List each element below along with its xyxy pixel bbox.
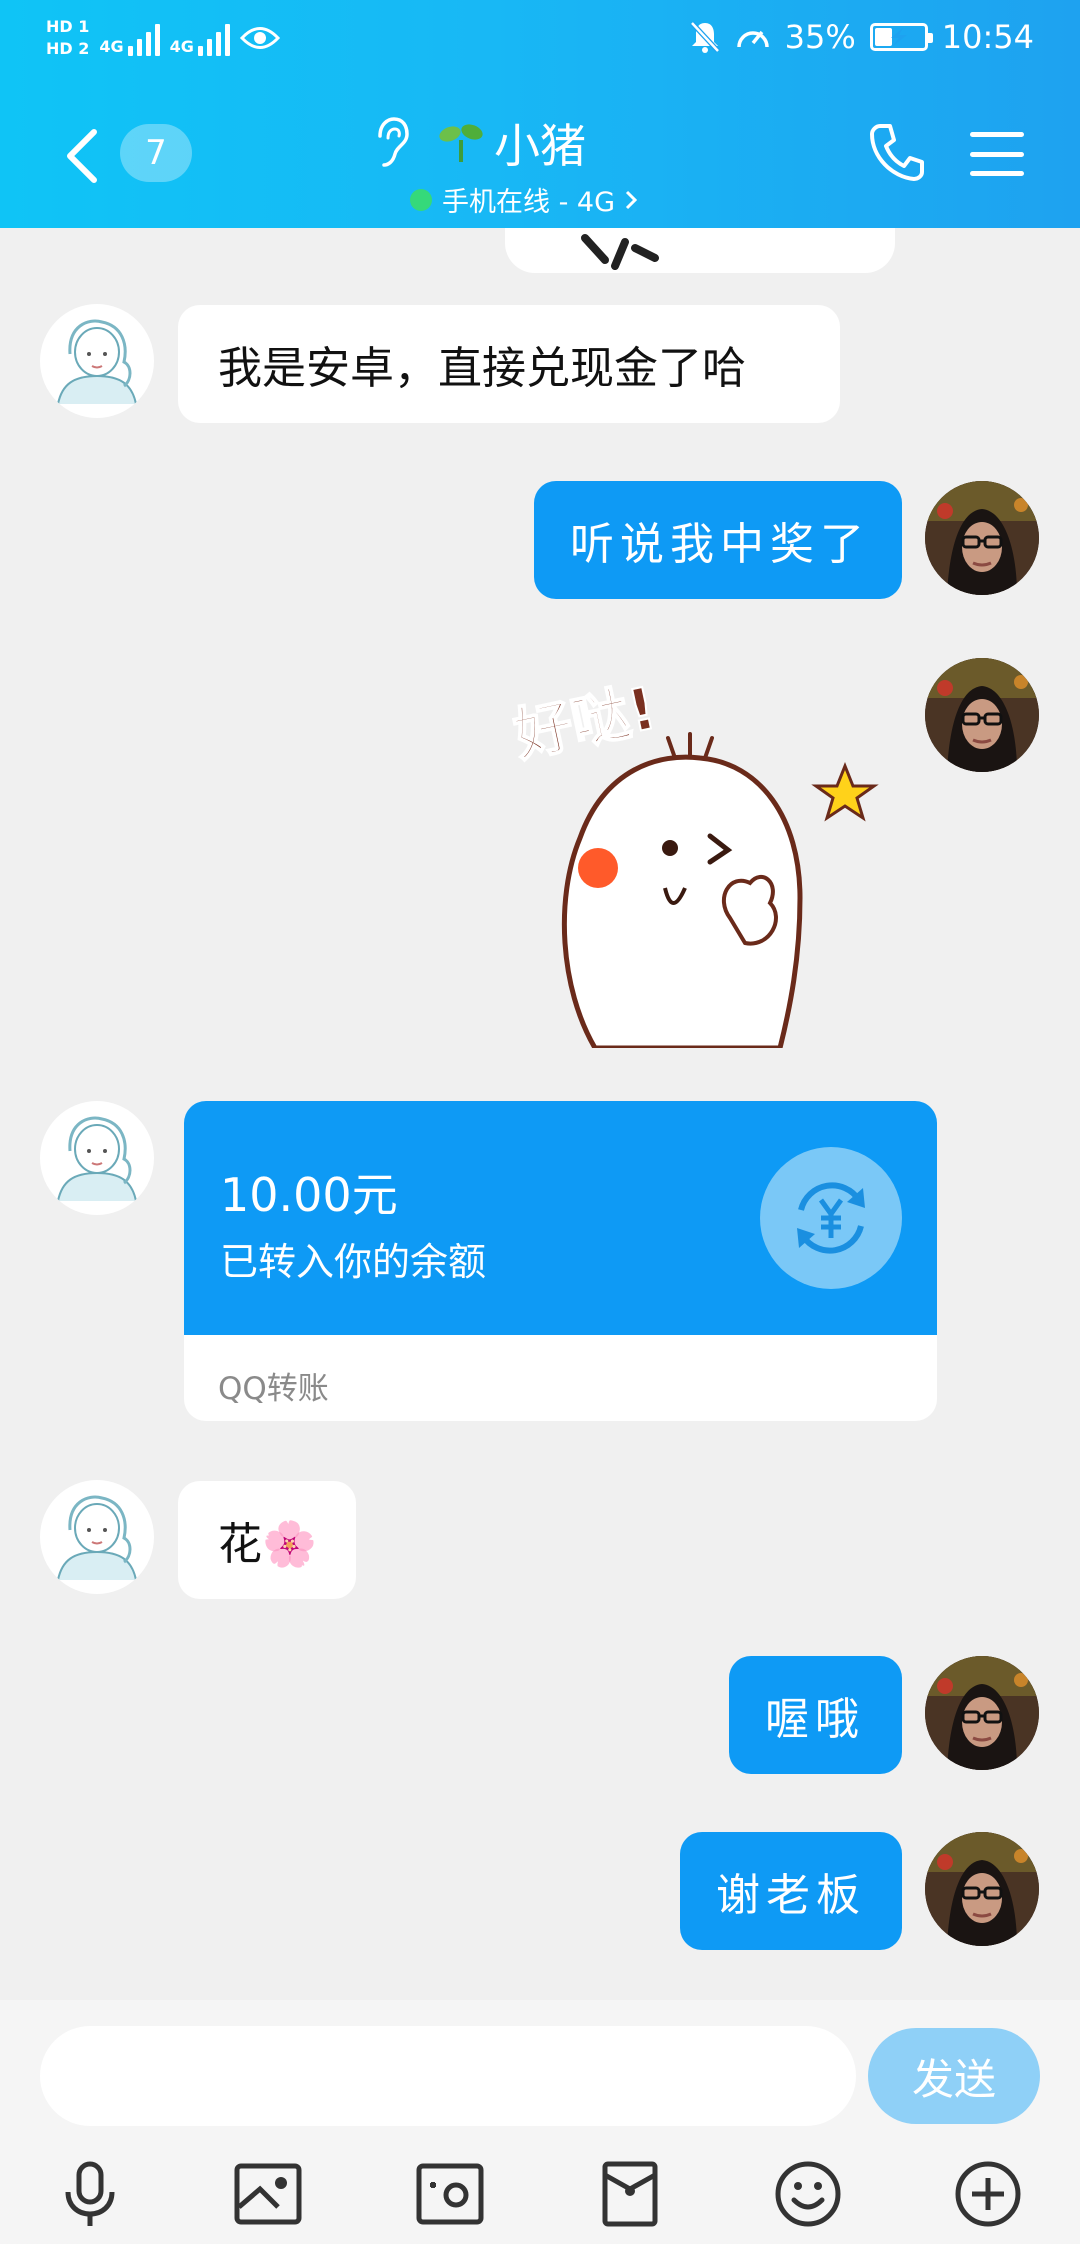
- my-avatar[interactable]: [925, 1656, 1039, 1770]
- phone-icon: [870, 124, 924, 181]
- sticker-caption: 好哒!: [507, 674, 661, 770]
- message-text: 花🌸: [218, 1519, 317, 1570]
- nav-bar: 7 小猪 手机在线 - 4G: [0, 96, 1080, 219]
- phone-call-button[interactable]: [868, 122, 924, 186]
- image-icon: [234, 2163, 302, 2225]
- message-text: 听说我中奖了: [570, 519, 870, 570]
- red-packet-icon: [602, 2161, 658, 2227]
- plus-icon: [955, 2161, 1021, 2227]
- menu-line: [970, 171, 1024, 176]
- message-bubble[interactable]: 喔哦: [729, 1656, 902, 1774]
- voice-button[interactable]: [50, 2154, 130, 2234]
- image-button[interactable]: [228, 2154, 308, 2234]
- my-avatar-photo-icon: [925, 1832, 1039, 1946]
- signal-bars-2-icon: [197, 20, 230, 56]
- online-status[interactable]: 手机在线 - 4G: [410, 180, 638, 219]
- transfer-card[interactable]: 10.00元 已转入你的余额 QQ转账: [184, 1101, 937, 1421]
- back-button[interactable]: [58, 126, 104, 186]
- previous-message-peek: [505, 228, 895, 273]
- header: HD 1 HD 2 4G 4G 35% 10:54 7 小猪 手机在线 - 4G: [0, 0, 1080, 228]
- my-avatar-photo-icon: [925, 1656, 1039, 1770]
- emoji-button[interactable]: [768, 2154, 848, 2234]
- hd-indicators: HD 1 HD 2: [46, 16, 89, 60]
- camera-icon: [416, 2163, 484, 2225]
- signal-bars-1-icon: [127, 20, 160, 56]
- my-avatar[interactable]: [925, 1832, 1039, 1946]
- contact-avatar[interactable]: [40, 1101, 154, 1215]
- transfer-card-top: 10.00元 已转入你的余额: [184, 1101, 937, 1335]
- sticker-fragment-icon: [581, 234, 659, 270]
- status-bar: HD 1 HD 2 4G 4G 35% 10:54: [0, 0, 1080, 82]
- send-button[interactable]: 发送: [868, 2028, 1040, 2124]
- message-list[interactable]: 我是安卓，直接兑现金了哈 听说我中奖了 好哒! 10.00元 已转入你的余额 Q…: [0, 228, 1080, 2000]
- contact-name: 小猪: [494, 119, 586, 173]
- message-input[interactable]: [40, 2026, 856, 2126]
- chevron-left-icon: [67, 129, 97, 183]
- emoji-icon: [775, 2161, 841, 2227]
- sticker-message[interactable]: 好哒!: [500, 658, 900, 1051]
- clock: 10:54: [941, 18, 1034, 56]
- contact-avatar-drawing-icon: [41, 1102, 153, 1214]
- chevron-right-icon: [625, 190, 638, 209]
- online-status-text: 手机在线 - 4G: [442, 187, 616, 218]
- menu-button[interactable]: [970, 132, 1024, 176]
- transfer-amount: 10.00元: [220, 1168, 398, 1222]
- yuan-exchange-icon: [797, 1182, 865, 1254]
- red-packet-button[interactable]: [590, 2154, 670, 2234]
- my-avatar-photo-icon: [925, 481, 1039, 595]
- hd1-label: HD 1: [46, 17, 90, 36]
- status-right-group: 35% 10:54: [689, 18, 1034, 56]
- microphone-icon: [65, 2161, 115, 2226]
- message-text: 喔哦: [765, 1694, 865, 1745]
- message-bubble[interactable]: 花🌸: [178, 1481, 356, 1599]
- eye-icon: [239, 27, 280, 49]
- contact-avatar-drawing-icon: [41, 305, 153, 417]
- contact-avatar[interactable]: [40, 304, 154, 418]
- signal-strength-1: 4G: [99, 20, 160, 56]
- qq-chat-screen: HD 1 HD 2 4G 4G 35% 10:54 7 小猪 手机在线 - 4G…: [0, 0, 1080, 2244]
- my-avatar[interactable]: [925, 481, 1039, 595]
- my-avatar[interactable]: [925, 658, 1039, 772]
- input-toolbar: [0, 2146, 1080, 2244]
- mute-bell-icon: [689, 21, 720, 53]
- sprout-icon: [439, 124, 483, 162]
- message-bubble[interactable]: 我是安卓，直接兑现金了哈: [178, 305, 840, 423]
- signal-group: HD 1 HD 2 4G 4G: [46, 16, 280, 60]
- contact-avatar[interactable]: [40, 1480, 154, 1594]
- my-avatar-photo-icon: [925, 658, 1039, 772]
- sticker-image: 好哒!: [506, 673, 879, 1051]
- network-type-2: 4G: [169, 37, 194, 56]
- camera-button[interactable]: [410, 2154, 490, 2234]
- signal-strength-2: 4G: [170, 20, 230, 56]
- network-type-1: 4G: [99, 37, 124, 56]
- message-bubble[interactable]: 谢老板: [680, 1832, 902, 1950]
- contact-avatar-drawing-icon: [41, 1481, 153, 1593]
- transfer-status-icon: [760, 1147, 902, 1289]
- more-button[interactable]: [948, 2154, 1028, 2234]
- battery-percent: 35%: [784, 18, 856, 56]
- menu-line: [970, 132, 1024, 137]
- online-dot-icon: [410, 188, 432, 211]
- charging-bolt-icon: [890, 28, 907, 46]
- menu-line: [970, 151, 1024, 157]
- hd2-label: HD 2: [46, 39, 90, 58]
- transfer-description: 已转入你的余额: [220, 1240, 487, 1284]
- battery-icon: [869, 23, 933, 51]
- unread-count-badge[interactable]: 7: [120, 124, 192, 182]
- transfer-footer: QQ转账: [218, 1371, 329, 1407]
- speed-gauge-icon: [736, 30, 769, 48]
- composer-area: 发送: [0, 2000, 1080, 2244]
- ear-receiver-icon: [378, 117, 409, 167]
- message-text: 我是安卓，直接兑现金了哈: [218, 343, 746, 394]
- message-text: 谢老板: [716, 1870, 866, 1921]
- message-bubble[interactable]: 听说我中奖了: [534, 481, 902, 599]
